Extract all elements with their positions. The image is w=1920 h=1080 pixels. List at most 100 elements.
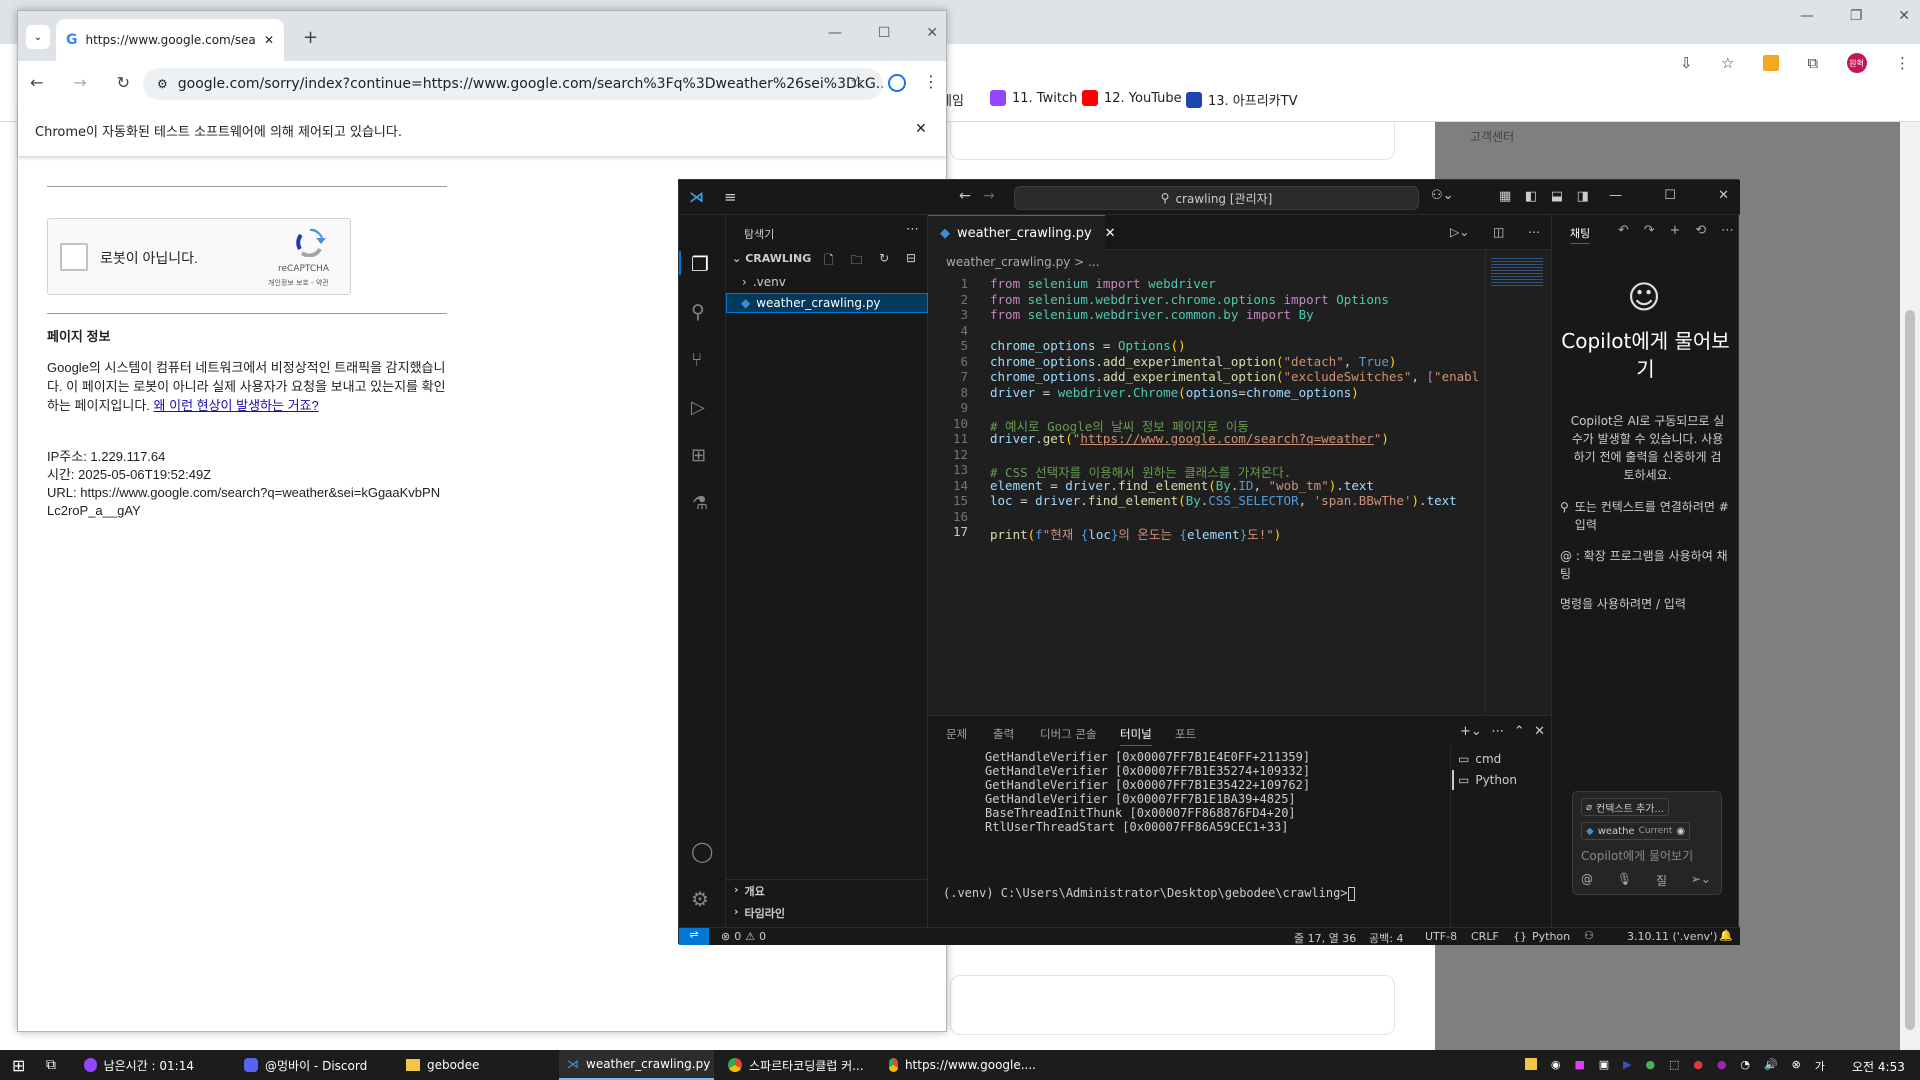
panel-tab-terminal[interactable]: 터미널	[1120, 726, 1152, 746]
mic-icon[interactable]: 🎙	[1617, 872, 1632, 889]
task-view-icon[interactable]: ⧉	[38, 1050, 68, 1080]
tray-app-icon[interactable]: ■	[1574, 1058, 1584, 1072]
close-tab-icon[interactable]: ✕	[1105, 226, 1116, 241]
panel-tab-debug-console[interactable]: 디버그 콘솔	[1040, 726, 1097, 742]
tray-app-icon[interactable]: ▣	[1599, 1058, 1609, 1072]
run-debug-icon[interactable]: ▷	[691, 397, 705, 418]
panel-tab-output[interactable]: 출력	[993, 726, 1014, 742]
tree-item-weather-crawling[interactable]: ◆ weather_crawling.py	[726, 293, 928, 313]
terminal[interactable]: GetHandleVerifier [0x00007FF7B1E4E0FF+21…	[928, 746, 1448, 928]
nav-back-icon[interactable]: ←	[959, 188, 971, 204]
star-icon[interactable]: ☆	[1721, 54, 1734, 72]
profile-avatar[interactable]: 원혁	[1846, 53, 1867, 73]
line-ending[interactable]: CRLF	[1471, 930, 1499, 943]
account-icon[interactable]: ◯	[691, 839, 713, 863]
taskbar-item-timer[interactable]: 남은시간 : 01:14	[76, 1050, 194, 1080]
tray-app-icon[interactable]: ●	[1717, 1058, 1727, 1072]
minimize-icon[interactable]: —	[828, 25, 842, 41]
minimap[interactable]	[1491, 258, 1543, 286]
maximize-icon[interactable]: ☐	[1664, 188, 1676, 203]
more-actions-icon[interactable]: ⋯	[1528, 225, 1540, 239]
new-folder-icon[interactable]: 🗀	[850, 251, 862, 272]
toggle-secondary-icon[interactable]: ◨	[1577, 189, 1589, 204]
more-actions-icon[interactable]: ⋯	[1721, 223, 1734, 238]
tray-discord-icon[interactable]: ◉	[1551, 1058, 1561, 1072]
undo-icon[interactable]: ↶	[1618, 223, 1629, 238]
bookmark-twitch[interactable]: 11. Twitch	[990, 90, 1077, 106]
redo-icon[interactable]: ↷	[1644, 223, 1655, 238]
why-link[interactable]: 왜 이런 현상이 발생하는 거죠?	[154, 398, 319, 413]
more-icon[interactable]: ⋮	[1895, 54, 1910, 72]
nav-forward-icon[interactable]: →	[983, 188, 995, 204]
reload-icon[interactable]: ↻	[117, 73, 130, 92]
close-icon[interactable]: ✕	[1718, 188, 1729, 203]
infobar-close-icon[interactable]: ✕	[915, 121, 927, 137]
copilot-menu-icon[interactable]: ⚇⌄	[1431, 188, 1454, 203]
forward-icon[interactable]: →	[73, 73, 86, 92]
restore-icon[interactable]: ❐	[1850, 8, 1863, 32]
add-context-button[interactable]: ⌀ 컨텍스트 추가...	[1581, 798, 1669, 816]
close-icon[interactable]: ✕	[926, 25, 938, 41]
run-icon[interactable]: ▷⌄	[1450, 225, 1469, 239]
search-icon[interactable]: ⚲	[691, 301, 705, 323]
outline-section[interactable]: › 개요	[734, 883, 765, 899]
address-bar[interactable]: ⚙ google.com/sorry/index?continue=https:…	[143, 68, 883, 100]
close-icon[interactable]: ✕	[1898, 8, 1910, 32]
close-panel-icon[interactable]: ✕	[1534, 724, 1545, 739]
toggle-panel-icon[interactable]: ⬓	[1551, 189, 1563, 204]
cursor-position[interactable]: 줄 17, 열 36	[1294, 930, 1356, 946]
new-chat-icon[interactable]: +	[1670, 223, 1681, 238]
tray-app-icon[interactable]: ▶	[1623, 1058, 1631, 1072]
bookmark-youtube[interactable]: 12. YouTube	[1082, 90, 1182, 106]
tree-item-venv[interactable]: › .venv	[742, 275, 786, 289]
history-icon[interactable]: ⟲	[1695, 223, 1706, 238]
copilot-status-icon[interactable]: ⚇	[1584, 929, 1594, 942]
tray-app-icon[interactable]: ●	[1693, 1058, 1703, 1072]
testing-icon[interactable]: ⚗	[692, 493, 708, 514]
new-file-icon[interactable]: 🗋	[824, 251, 834, 272]
extension-icon[interactable]	[1762, 55, 1779, 71]
menu-icon[interactable]: ⋮	[923, 72, 939, 91]
install-icon[interactable]: ⇩	[1680, 54, 1693, 72]
code-editor[interactable]: weather_crawling.py > ... 1 from selenium…	[928, 250, 1551, 715]
minimize-icon[interactable]: —	[1609, 188, 1622, 203]
network-icon[interactable]: ◔	[1740, 1058, 1750, 1072]
scrollbar-thumb[interactable]	[1905, 310, 1915, 1030]
breadcrumb[interactable]: weather_crawling.py > ...	[946, 255, 1099, 269]
more-actions-icon[interactable]: ⋯	[906, 222, 919, 237]
maximize-icon[interactable]: ☐	[878, 25, 891, 41]
settings-gear-icon[interactable]: ⚙	[691, 887, 709, 911]
more-actions-icon[interactable]: ⋯	[1491, 724, 1504, 739]
taskbar-item-vscode[interactable]: ⋊ weather_crawling.py ...	[559, 1050, 714, 1080]
notifications-icon[interactable]: 🔔	[1719, 929, 1733, 942]
clock[interactable]: 오전 4:53	[1852, 1058, 1905, 1075]
captcha-links[interactable]: 개인정보 보호 - 약관	[268, 278, 329, 288]
split-editor-icon[interactable]: ◫	[1493, 225, 1504, 239]
timeline-section[interactable]: › 타임라인	[734, 905, 785, 921]
captcha-checkbox[interactable]	[60, 243, 88, 271]
taskbar-item-discord[interactable]: @멍바이 - Discord	[236, 1050, 391, 1080]
bookmark-star-icon[interactable]: ☆	[850, 73, 865, 93]
tab-search-icon[interactable]: ⌄	[26, 25, 50, 49]
customize-layout-icon[interactable]: ▦	[1499, 189, 1511, 204]
new-tab-icon[interactable]: +	[303, 27, 318, 48]
terminal-list-python[interactable]: ▭ Python	[1452, 770, 1551, 790]
taskbar-item-chrome-sparta[interactable]: 스파르타코딩클럽 커...	[720, 1050, 875, 1080]
tab-google-search[interactable]: G https://www.google.com/search ✕	[56, 19, 284, 61]
bookmark-afreecatv[interactable]: 13. 아프리카TV	[1186, 90, 1297, 109]
maximize-panel-icon[interactable]: ⌃	[1514, 724, 1525, 739]
close-tab-icon[interactable]: ✕	[264, 33, 274, 47]
explorer-icon[interactable]: ❐	[691, 252, 709, 276]
toggle-sidebar-icon[interactable]: ◧	[1525, 189, 1537, 204]
start-icon[interactable]: ⊞	[4, 1050, 34, 1080]
context-file-chip[interactable]: ◆ weathe Current ◉	[1581, 822, 1691, 840]
editor-tab-weather-crawling[interactable]: ◆ weather_crawling.py ✕	[928, 215, 1116, 250]
menu-icon[interactable]: ≡	[724, 188, 737, 206]
refresh-icon[interactable]: ↻	[879, 251, 889, 272]
panel-tab-problems[interactable]: 문제	[946, 726, 967, 742]
taskbar-item-folder[interactable]: gebodee	[398, 1050, 553, 1080]
ime-icon[interactable]: 가	[1815, 1058, 1825, 1073]
puzzle-icon[interactable]: ⧉	[1807, 54, 1818, 72]
folder-crawling[interactable]: ⌄ CRAWLING	[732, 252, 811, 265]
send-icon[interactable]: ➢⌄	[1691, 872, 1711, 889]
